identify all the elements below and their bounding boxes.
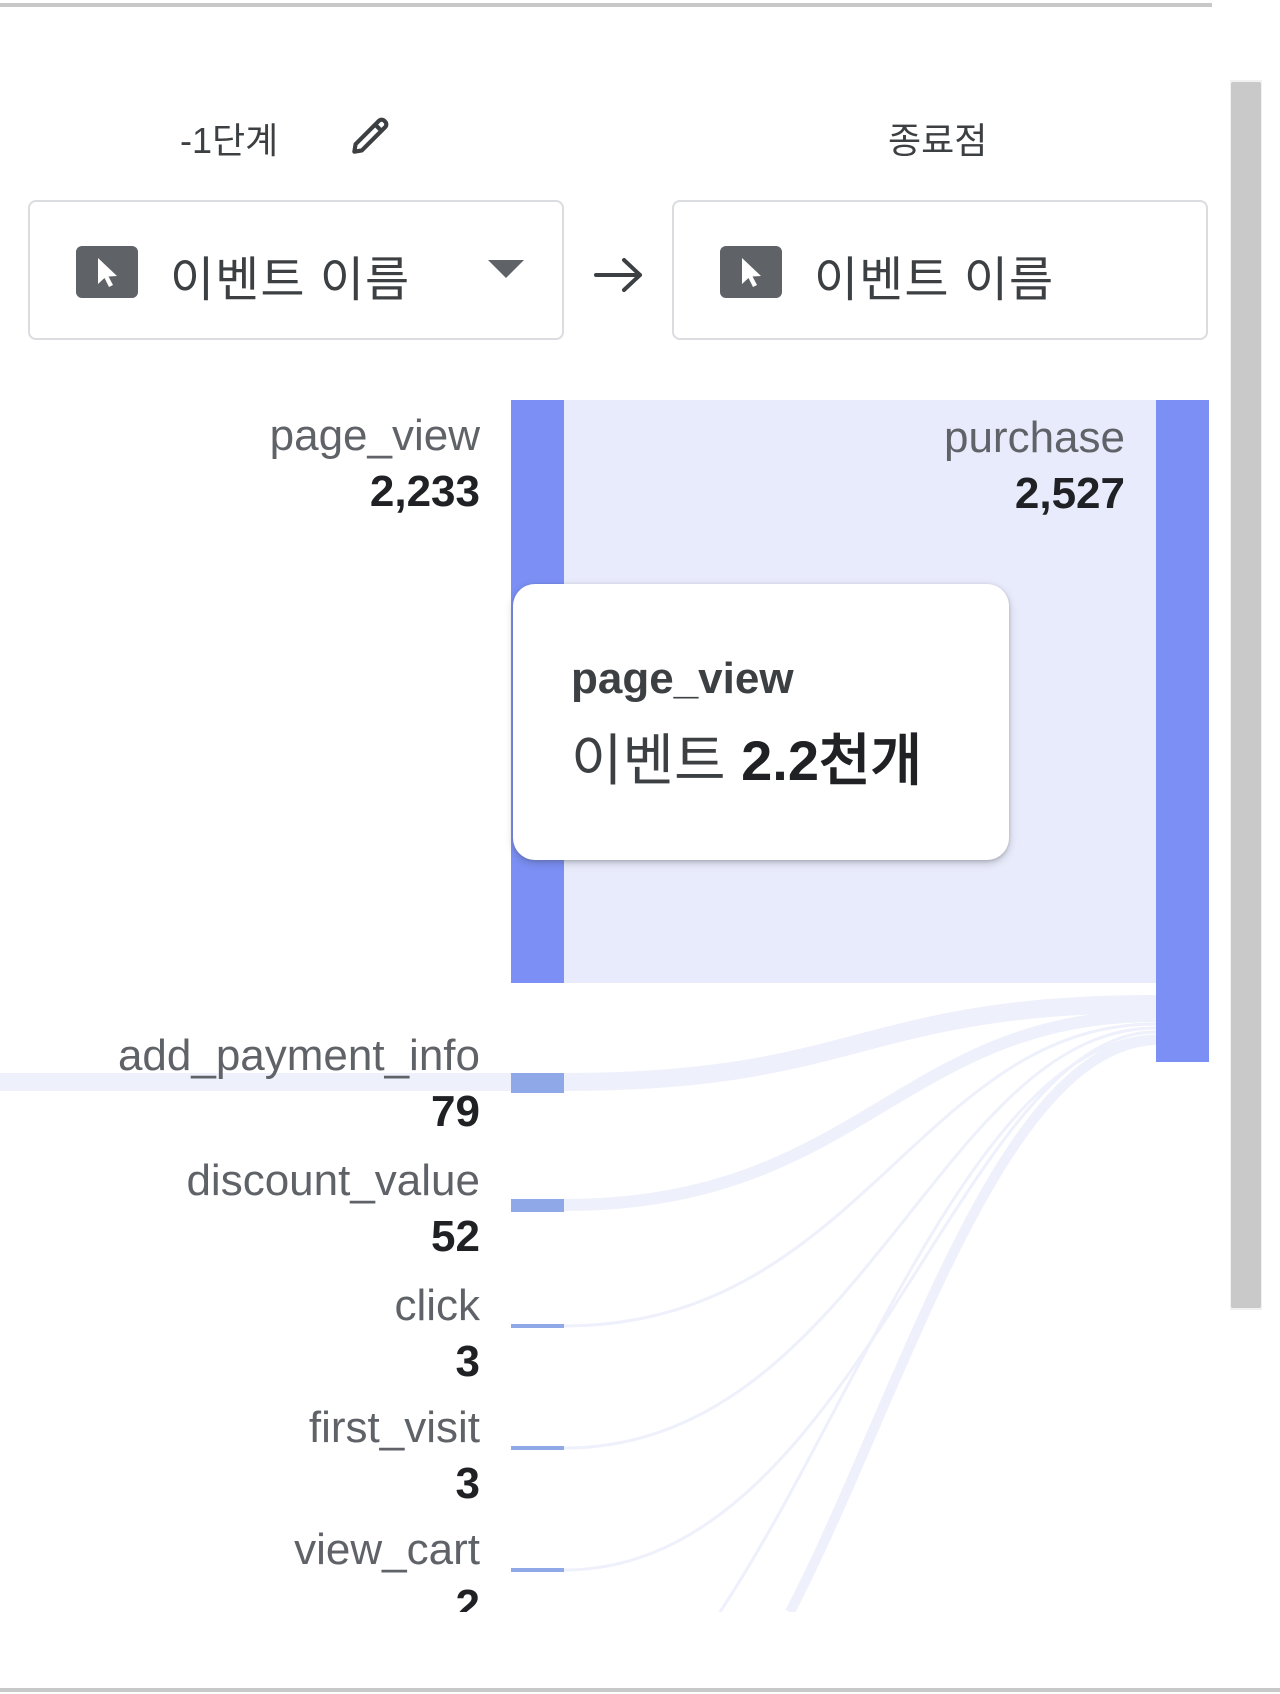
- node-label-purchase: purchase 2,527: [943, 413, 1125, 518]
- node-bar-first-visit[interactable]: [511, 1446, 564, 1450]
- node-label-page-view: page_view 2,233: [269, 411, 480, 516]
- scrollbar-thumb[interactable]: [1231, 82, 1261, 1308]
- node-bar-purchase[interactable]: [1156, 400, 1209, 1062]
- node-bar-view-cart[interactable]: [511, 1568, 564, 1572]
- node-label-discount-value: discount_value 52: [186, 1156, 480, 1261]
- tooltip-title: page_view: [571, 654, 794, 703]
- node-label-click: click 3: [394, 1281, 480, 1386]
- tooltip-value: 이벤트 2.2천개: [571, 729, 923, 792]
- flow-ribbon-first-visit[interactable]: [563, 1026, 1157, 1450]
- node-bar-click[interactable]: [511, 1324, 564, 1328]
- node-bar-add-payment-info[interactable]: [511, 1073, 564, 1093]
- node-label-add-payment-info: add_payment_info 79: [117, 1031, 480, 1136]
- hover-tooltip: page_view 이벤트 2.2천개: [513, 584, 1009, 860]
- node-label-first-visit: first_visit 3: [308, 1403, 480, 1508]
- node-bar-discount-value[interactable]: [511, 1199, 564, 1212]
- node-label-view-cart: view_cart 2: [294, 1525, 480, 1612]
- bottom-divider: [0, 1688, 1280, 1692]
